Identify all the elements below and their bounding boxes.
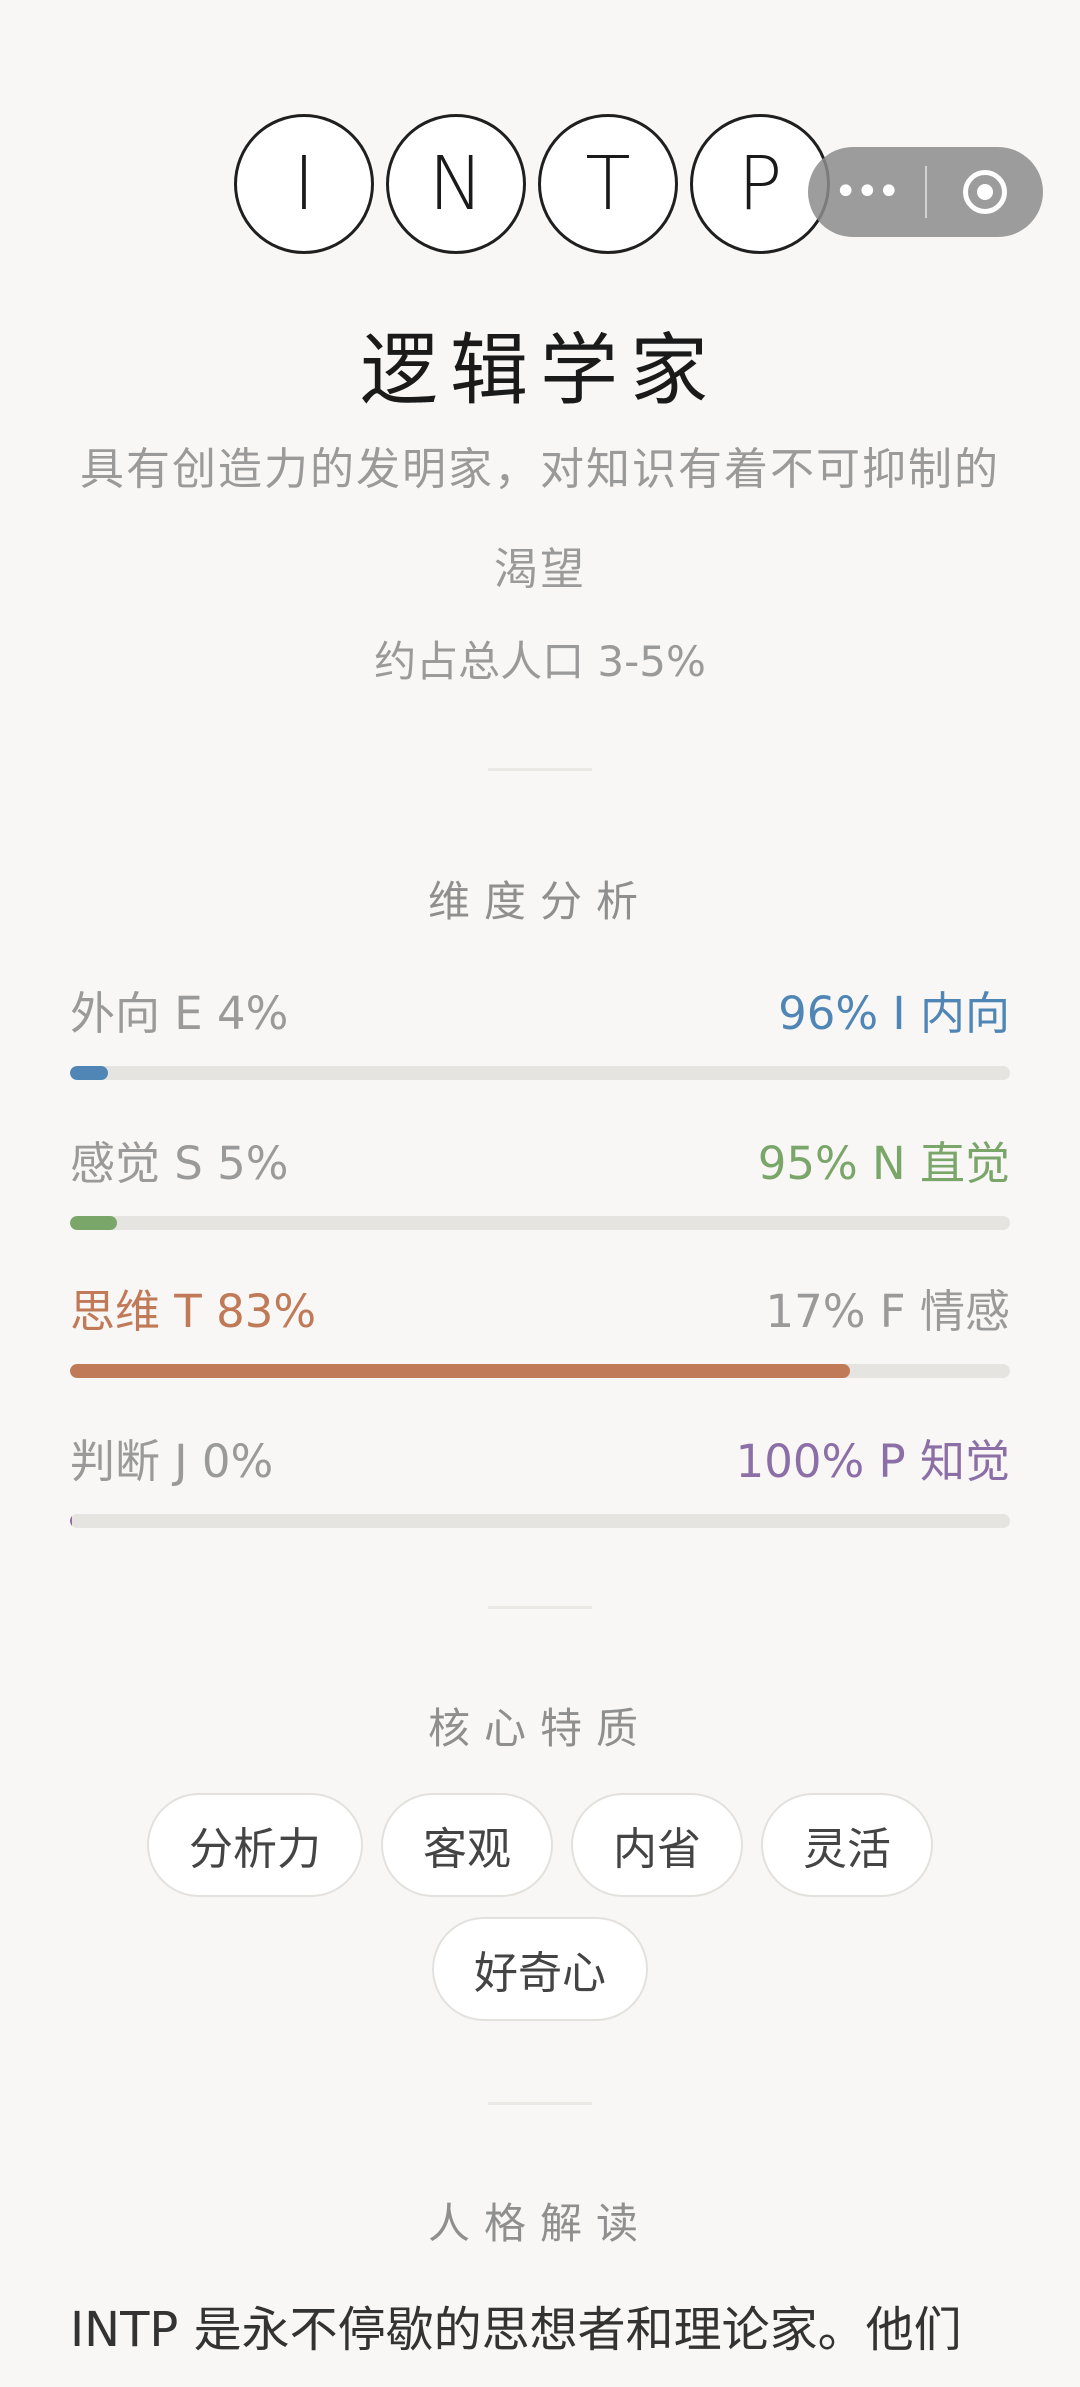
type-letter-t: T [538, 114, 678, 254]
section-title-reading: 人格解读 [427, 2199, 652, 2248]
dimension-track [70, 1216, 1010, 1230]
dimension-fill [70, 1514, 72, 1528]
dimension-row-sn: 感觉 S 5% 95% N 直觉 [70, 1136, 1010, 1230]
section-divider [488, 1606, 592, 1609]
trait-tag[interactable]: 好奇心 [432, 1917, 648, 2021]
dimension-left-label: 外向 E 4% [70, 987, 289, 1040]
dimension-right-label: 100% P 知觉 [735, 1435, 1010, 1488]
dimension-fill [70, 1216, 117, 1230]
more-button[interactable]: ••• [808, 147, 925, 237]
dimension-track [70, 1514, 1010, 1528]
dimension-left-label: 感觉 S 5% [70, 1137, 289, 1190]
type-description: 具有创造力的发明家，对知识有着不可抑制的渴望 [80, 444, 1000, 595]
dimension-left-label: 判断 J 0% [70, 1435, 274, 1488]
section-divider [488, 2102, 592, 2105]
dimension-left-label: 思维 T 83% [70, 1285, 317, 1338]
trait-tag[interactable]: 灵活 [761, 1793, 933, 1897]
trait-tag[interactable]: 内省 [571, 1793, 743, 1897]
trait-tag[interactable]: 分析力 [147, 1793, 363, 1897]
target-circle-icon [962, 170, 1007, 214]
more-dots-icon: ••• [833, 169, 901, 215]
dimension-fill [70, 1066, 108, 1080]
page-title: 逻辑学家 [359, 326, 720, 416]
type-letters: I N T P [234, 114, 830, 254]
dimension-row-ei: 外向 E 4% 96% I 内向 [70, 986, 1010, 1080]
close-button[interactable] [927, 147, 1044, 237]
trait-tags: 分析力 客观 内省 灵活 好奇心 [110, 1793, 970, 2021]
section-title-traits: 核心特质 [427, 1704, 652, 1753]
population-text: 约占总人口 3-5% [374, 637, 706, 686]
dimension-right-label: 96% I 内向 [778, 987, 1010, 1040]
type-letter-n: N [386, 114, 526, 254]
personality-reading-text: INTP 是永不停歇的思想者和理论家。他们 [70, 2302, 962, 2358]
dimension-right-label: 95% N 直觉 [757, 1137, 1010, 1190]
dimension-fill [70, 1364, 851, 1378]
section-title-dimensions: 维度分析 [427, 877, 652, 926]
dimension-track [70, 1066, 1010, 1080]
dimension-track [70, 1364, 1010, 1378]
section-divider [488, 768, 592, 771]
type-letter-i: I [234, 114, 374, 254]
trait-tag[interactable]: 客观 [381, 1793, 553, 1897]
dimension-row-jp: 判断 J 0% 100% P 知觉 [70, 1434, 1010, 1528]
mini-program-capsule: ••• [808, 147, 1043, 237]
dimension-row-tf: 思维 T 83% 17% F 情感 [70, 1284, 1010, 1378]
dimension-right-label: 17% F 情感 [765, 1285, 1010, 1338]
